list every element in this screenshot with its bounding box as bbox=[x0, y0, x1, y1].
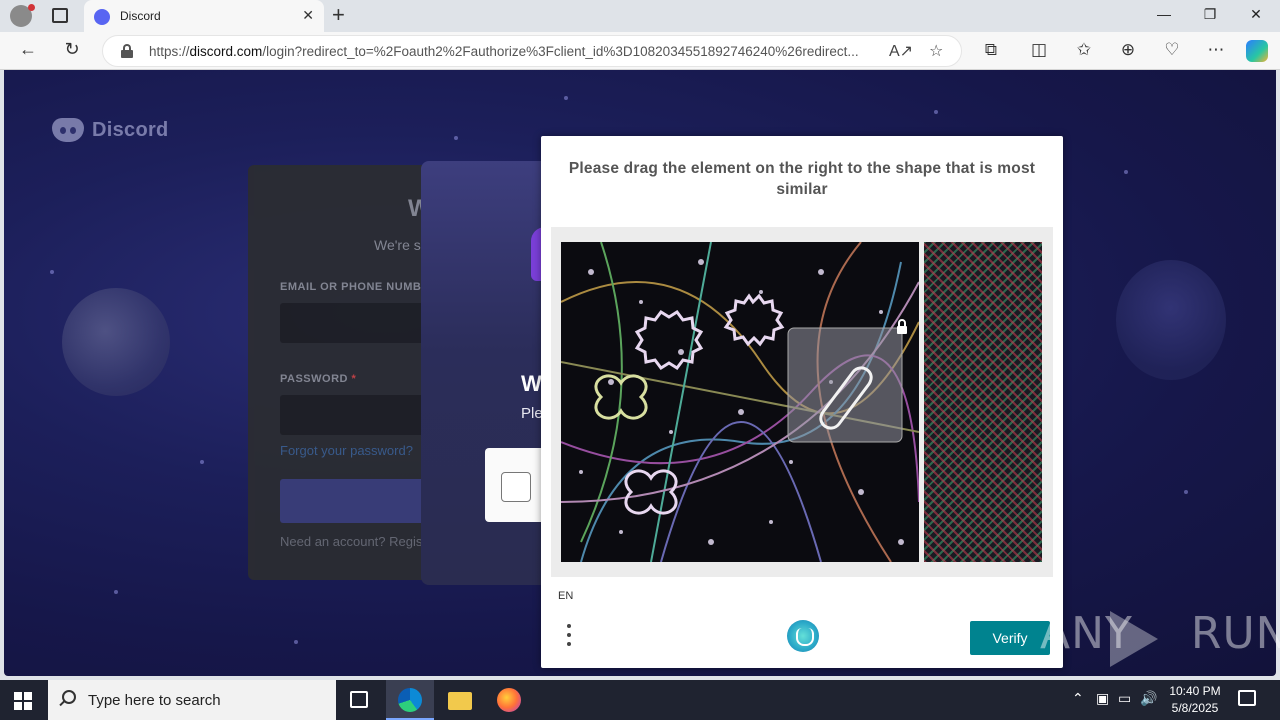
discord-wordmark: Discord bbox=[92, 118, 169, 141]
refresh-icon[interactable]: ↻ bbox=[59, 39, 85, 60]
split-screen-icon[interactable]: ◫ bbox=[1027, 40, 1051, 60]
clock-time: 10:40 PM bbox=[1169, 684, 1221, 698]
read-aloud-icon[interactable]: A↗ bbox=[889, 41, 913, 61]
close-window-button[interactable]: ✕ bbox=[1233, 6, 1279, 23]
tab-title: Discord bbox=[120, 9, 161, 23]
copilot-icon[interactable] bbox=[1246, 40, 1268, 62]
notification-dot bbox=[28, 4, 35, 11]
discord-logo: Discord bbox=[52, 118, 169, 142]
address-bar[interactable]: https://discord.com/login?redirect_to=%2… bbox=[102, 35, 962, 67]
padlock-icon bbox=[897, 319, 907, 334]
new-tab-button[interactable]: + bbox=[332, 4, 345, 26]
email-label: EMAIL OR PHONE NUMBE bbox=[280, 281, 430, 293]
discord-favicon-icon bbox=[94, 9, 110, 25]
tab-close-icon[interactable]: ✕ bbox=[302, 7, 314, 24]
windows-taskbar: Type here to search ⌃ ▣ ▭ 🔊 10:40 PM 5/8… bbox=[0, 680, 1280, 720]
watermark-play-icon bbox=[1110, 611, 1158, 667]
modal-text: Ple bbox=[521, 405, 543, 422]
start-button[interactable] bbox=[14, 692, 32, 710]
discord-mark-icon bbox=[52, 118, 84, 142]
forgot-password-link[interactable]: Forgot your password? bbox=[280, 443, 413, 458]
hcaptcha-logo-icon bbox=[787, 620, 819, 652]
challenge-side-panel bbox=[924, 242, 1042, 562]
browser-toolbar: ← ↻ https://discord.com/login?redirect_t… bbox=[0, 32, 1280, 70]
browser-titlebar: Discord ✕ + — ❐ ✕ bbox=[0, 0, 1280, 32]
edge-icon bbox=[398, 688, 422, 712]
clock-date: 5/8/2025 bbox=[1171, 701, 1219, 715]
tab-discord[interactable]: Discord ✕ bbox=[84, 0, 324, 32]
back-icon[interactable]: ← bbox=[15, 39, 41, 60]
search-icon bbox=[62, 690, 76, 704]
login-subtitle: We're s bbox=[374, 237, 421, 253]
tray-device-icon[interactable]: ▣ bbox=[1096, 690, 1109, 707]
url-text[interactable]: https://discord.com/login?redirect_to=%2… bbox=[149, 44, 879, 59]
task-view-icon[interactable] bbox=[350, 691, 368, 708]
favorites-icon[interactable]: ✩ bbox=[1072, 40, 1096, 60]
extensions-icon[interactable]: ⧉ bbox=[979, 40, 1003, 60]
notification-center-icon[interactable] bbox=[1238, 690, 1256, 706]
verify-button[interactable]: Verify bbox=[970, 621, 1050, 655]
taskbar-search[interactable]: Type here to search bbox=[48, 680, 336, 720]
challenge-area bbox=[551, 227, 1053, 577]
watermark: ANY RUN bbox=[1040, 608, 1280, 659]
decorative-planet bbox=[62, 288, 170, 396]
captcha-checkbox[interactable] bbox=[501, 472, 531, 502]
search-placeholder: Type here to search bbox=[88, 692, 221, 709]
taskbar-edge[interactable] bbox=[386, 680, 434, 720]
restore-button[interactable]: ❐ bbox=[1187, 6, 1233, 23]
captcha-prompt: Please drag the element on the right to … bbox=[568, 160, 1036, 198]
tab-actions-icon[interactable] bbox=[52, 8, 68, 23]
tray-chevron-icon[interactable]: ⌃ bbox=[1072, 690, 1084, 707]
system-clock[interactable]: 10:40 PM 5/8/2025 bbox=[1160, 683, 1230, 717]
language-selector[interactable]: EN bbox=[558, 590, 573, 602]
minimize-button[interactable]: — bbox=[1141, 6, 1187, 22]
register-link[interactable]: Need an account? Regis bbox=[280, 534, 422, 549]
browser-essentials-icon[interactable]: ♡ bbox=[1160, 40, 1184, 60]
challenge-canvas[interactable] bbox=[561, 242, 919, 562]
decorative-planet bbox=[1116, 260, 1226, 380]
challenge-image bbox=[561, 242, 919, 562]
captcha-challenge: Please drag the element on the right to … bbox=[541, 136, 1063, 668]
menu-dots-icon[interactable] bbox=[566, 624, 572, 652]
firefox-icon[interactable] bbox=[497, 688, 521, 712]
volume-icon[interactable]: 🔊 bbox=[1140, 690, 1157, 707]
lock-icon[interactable] bbox=[121, 44, 133, 58]
favorite-star-icon[interactable]: ☆ bbox=[929, 41, 943, 61]
file-explorer-icon[interactable] bbox=[448, 692, 472, 710]
collections-icon[interactable]: ⊕ bbox=[1116, 40, 1140, 60]
modal-heading: W bbox=[521, 371, 542, 396]
more-menu-icon[interactable]: ⋯ bbox=[1204, 40, 1228, 60]
password-label: PASSWORD * bbox=[280, 373, 357, 385]
network-icon[interactable]: ▭ bbox=[1118, 690, 1131, 707]
